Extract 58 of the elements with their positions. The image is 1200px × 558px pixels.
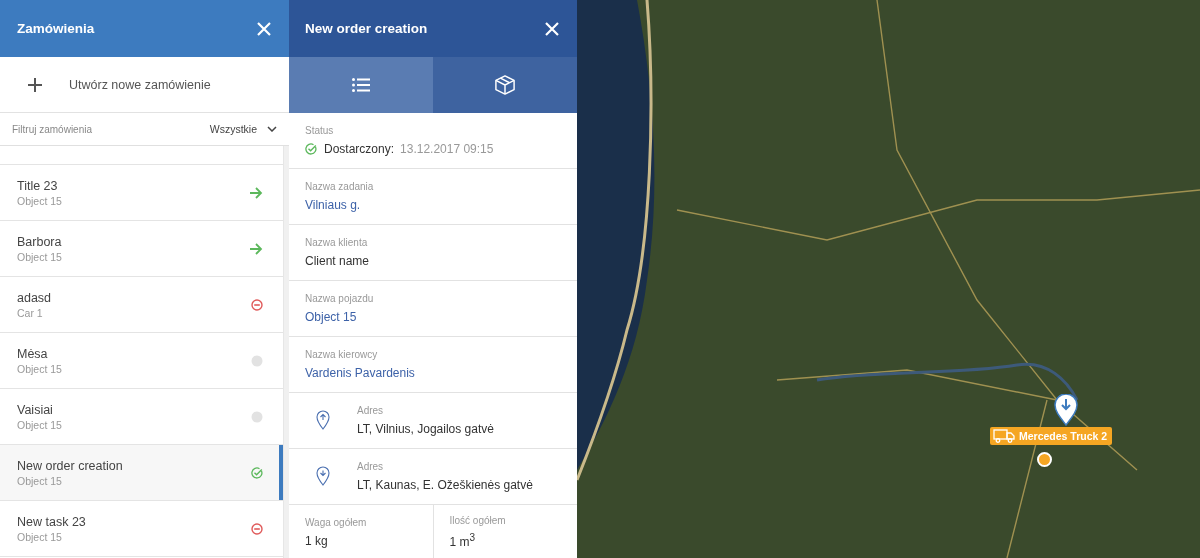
selection-indicator xyxy=(279,445,283,500)
field-link[interactable]: Object 15 xyxy=(305,310,561,324)
panel-title: Zamówienia xyxy=(17,21,95,36)
check-circle-icon xyxy=(305,143,317,155)
order-title: Barbora xyxy=(17,234,63,249)
order-subtitle: Object 15 xyxy=(17,530,63,543)
field-label: Adres xyxy=(357,461,385,472)
field-link[interactable]: Vilniaus g. xyxy=(305,198,561,212)
close-button[interactable] xyxy=(257,21,271,36)
order-subtitle: Car 1 xyxy=(17,306,44,319)
check-circle-icon xyxy=(251,466,263,479)
order-title: Mėsa xyxy=(17,346,49,361)
status-dot-icon xyxy=(251,354,263,367)
close-button[interactable] xyxy=(545,21,559,36)
map-pin-icon[interactable] xyxy=(1054,394,1078,426)
filter-dropdown[interactable]: Wszystkie xyxy=(209,123,277,135)
field-label: Status xyxy=(305,125,335,136)
field-label: Nazwa klienta xyxy=(305,237,369,248)
field-label: Waga ogółem xyxy=(305,517,368,528)
field-label: Adres xyxy=(357,405,385,416)
scrollbar[interactable] xyxy=(283,146,289,558)
list-icon xyxy=(352,78,370,92)
order-subtitle: Object 15 xyxy=(17,362,63,375)
field-label: Ilość ogółem xyxy=(449,515,507,526)
field-label: Nazwa zadania xyxy=(305,181,375,192)
address-value: LT, Vilnius, Jogailos gatvė xyxy=(357,422,494,436)
field-value: 1 m$^{3}$ xyxy=(449,532,477,549)
panel-title: New order creation xyxy=(305,21,428,36)
box-icon xyxy=(495,75,515,95)
order-subtitle: Object 15 xyxy=(17,194,63,207)
pin-up-arrow-icon xyxy=(316,410,330,430)
field-value: Client name xyxy=(305,254,371,268)
minus-circle-icon xyxy=(251,298,263,311)
pin-down-arrow-icon xyxy=(316,466,330,486)
field-label: Nazwa pojazdu xyxy=(305,293,375,304)
truck-icon xyxy=(993,429,1015,443)
arrow-right-icon xyxy=(249,242,263,255)
chevron-down-icon xyxy=(267,126,277,132)
minus-circle-icon xyxy=(251,522,263,535)
order-subtitle: Object 15 xyxy=(17,474,63,487)
arrow-right-icon xyxy=(249,186,263,199)
order-title: New order creation xyxy=(17,458,124,473)
field-label: Nazwa kierowcy xyxy=(305,349,379,360)
field-link[interactable]: Vardenis Pavardenis xyxy=(305,366,561,380)
order-list-item[interactable]: New order creation Object 15 xyxy=(0,445,283,501)
order-subtitle: Object 15 xyxy=(17,418,63,431)
plus-icon xyxy=(28,77,42,92)
order-subtitle: Object 15 xyxy=(17,250,63,263)
order-title: Vaisiai xyxy=(17,402,54,417)
order-title: New task 23 xyxy=(17,514,87,529)
box-tab[interactable] xyxy=(433,57,577,113)
field-value: 1 kg xyxy=(305,534,329,548)
status-value: Dostarczony: xyxy=(324,142,395,156)
order-title: adasd xyxy=(17,290,53,305)
order-title: Title 23 xyxy=(17,178,59,193)
address-value: LT, Kaunas, E. Ožeškienės gatvė xyxy=(357,478,533,492)
status-dot-icon xyxy=(251,410,263,423)
status-time: 13.12.2017 09:15 xyxy=(400,142,494,156)
